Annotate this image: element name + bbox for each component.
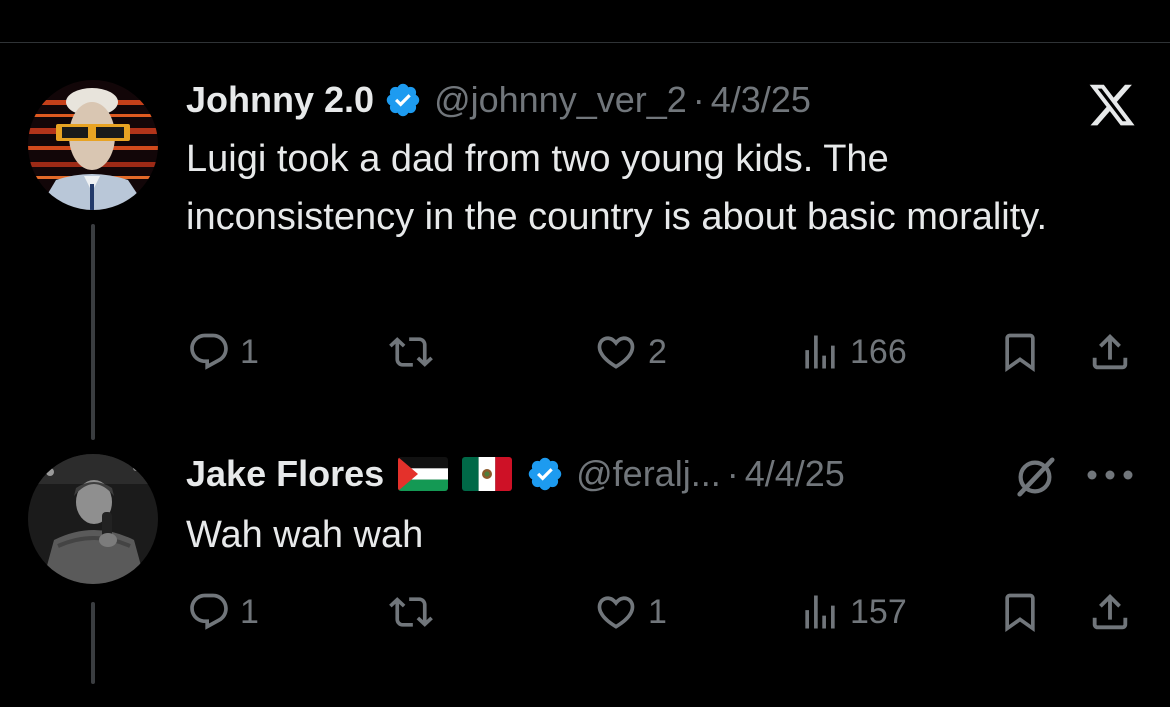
reply-button[interactable]: 1 bbox=[186, 330, 259, 374]
like-button[interactable]: 1 bbox=[592, 590, 667, 634]
tweet-actions: 1 1 157 bbox=[186, 590, 1146, 634]
display-name[interactable]: Johnny 2.0 bbox=[186, 79, 374, 121]
retweet-button[interactable] bbox=[386, 330, 444, 374]
like-button[interactable]: 2 bbox=[592, 330, 667, 374]
share-button[interactable] bbox=[1086, 590, 1134, 634]
reply-count: 1 bbox=[240, 592, 259, 631]
handle[interactable]: @feralj... bbox=[576, 453, 721, 495]
views-count: 166 bbox=[850, 332, 907, 371]
views-icon bbox=[805, 595, 835, 629]
reply-button[interactable]: 1 bbox=[186, 590, 259, 634]
thread-line bbox=[91, 602, 95, 684]
retweet-icon bbox=[389, 597, 433, 627]
bookmark-button[interactable] bbox=[998, 330, 1042, 374]
share-button[interactable] bbox=[1086, 330, 1134, 374]
tweet-header: Jake Flores @feralj... · 4/4/25 bbox=[186, 452, 845, 496]
views-count: 157 bbox=[850, 592, 907, 631]
retweet-button[interactable] bbox=[386, 590, 444, 634]
timestamp[interactable]: 4/3/25 bbox=[711, 79, 811, 121]
avatar[interactable] bbox=[28, 454, 158, 584]
retweet-icon bbox=[389, 337, 433, 367]
heart-icon bbox=[597, 336, 635, 369]
bookmark-icon bbox=[1005, 333, 1035, 373]
separator: · bbox=[692, 79, 705, 120]
palestine-flag-icon bbox=[398, 457, 449, 491]
views-icon bbox=[805, 335, 835, 369]
views-button[interactable]: 166 bbox=[798, 330, 907, 374]
bookmark-icon bbox=[1005, 593, 1035, 633]
reply-count: 1 bbox=[240, 332, 259, 371]
separator: · bbox=[726, 453, 739, 494]
share-icon bbox=[1092, 593, 1128, 630]
x-logo-icon bbox=[1085, 80, 1139, 130]
heart-icon bbox=[597, 596, 635, 629]
tweet-text: Wah wah wah bbox=[186, 514, 424, 556]
like-count: 1 bbox=[648, 592, 667, 631]
handle[interactable]: @johnny_ver_2 bbox=[434, 79, 687, 121]
avatar[interactable] bbox=[28, 80, 158, 210]
more-icon[interactable] bbox=[1082, 465, 1138, 485]
mexico-flag-icon bbox=[462, 457, 513, 491]
views-button[interactable]: 157 bbox=[798, 590, 907, 634]
reply-icon bbox=[190, 333, 228, 370]
verified-badge-icon bbox=[384, 81, 422, 119]
thread-line bbox=[91, 224, 95, 440]
timestamp[interactable]: 4/4/25 bbox=[745, 453, 845, 495]
like-count: 2 bbox=[648, 332, 667, 371]
display-name[interactable]: Jake Flores bbox=[186, 453, 384, 495]
bookmark-button[interactable] bbox=[998, 590, 1042, 634]
verified-badge-icon bbox=[526, 455, 564, 493]
grok-icon[interactable] bbox=[1012, 454, 1058, 500]
tweet-header: Johnny 2.0 @johnny_ver_2 · 4/3/25 bbox=[186, 78, 811, 122]
tweet-text: Luigi took a dad from two young kids. Th… bbox=[186, 138, 1048, 238]
tweet-actions: 1 2 166 bbox=[186, 330, 1146, 374]
reply-icon bbox=[190, 593, 228, 630]
top-divider bbox=[0, 42, 1170, 43]
share-icon bbox=[1092, 333, 1128, 370]
